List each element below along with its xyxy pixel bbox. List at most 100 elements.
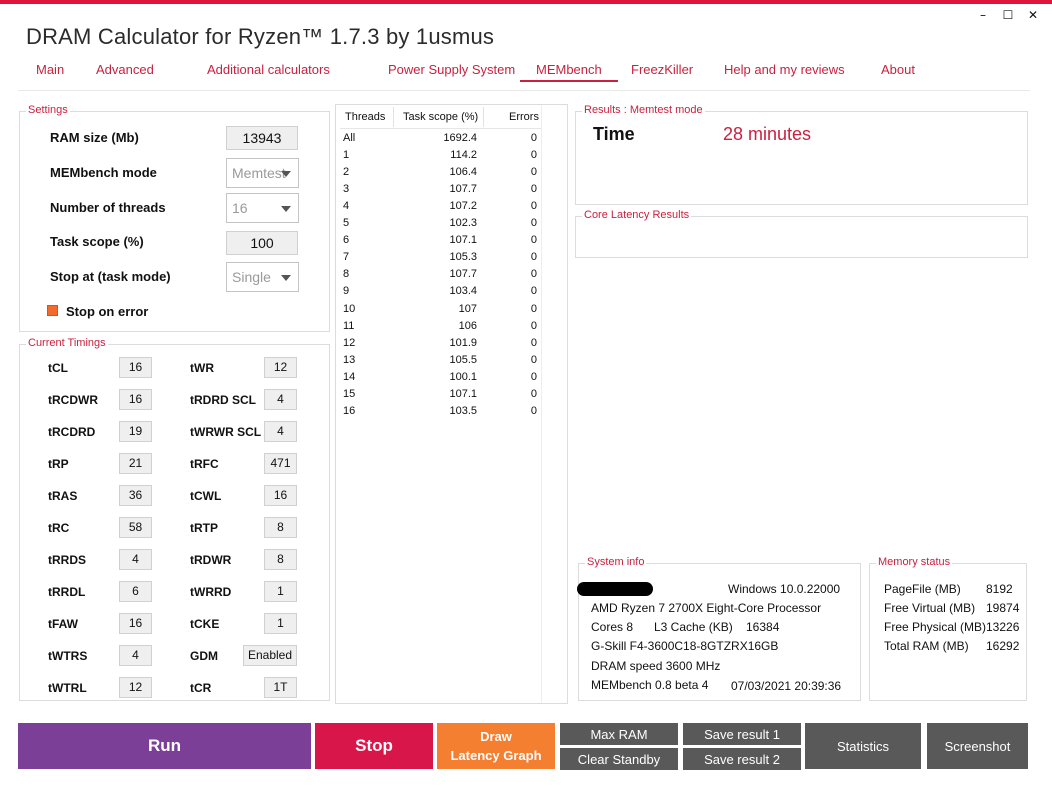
membench-mode-value: Memtest: [232, 165, 286, 181]
stop-on-error-label: Stop on error: [66, 304, 149, 319]
errors-cell: 0: [530, 388, 537, 400]
tab-divider: [18, 90, 1030, 91]
task-scope-value: 100: [226, 231, 298, 255]
errors-cell: 0: [530, 354, 537, 366]
timing-label: tCL: [48, 361, 68, 375]
core-latency-group: Core Latency Results: [575, 209, 1028, 258]
bench-version: MEMbench 0.8 beta 4: [591, 678, 709, 692]
memory-status-value: 19874: [986, 601, 1020, 615]
clear-standby-button[interactable]: Clear Standby: [560, 748, 678, 770]
stop-button[interactable]: Stop: [315, 723, 433, 769]
timing-value: 8: [264, 517, 297, 538]
errors-cell: 0: [530, 234, 537, 246]
timing-value: 16: [264, 485, 297, 506]
timing-value: 1T: [264, 677, 297, 698]
task-scope-cell: 101.9: [449, 337, 477, 349]
memory-status-label: PageFile (MB): [884, 582, 961, 596]
errors-cell: 0: [530, 166, 537, 178]
threads-select[interactable]: 16: [226, 193, 299, 223]
timing-label: tRDRD SCL: [190, 393, 256, 407]
draw-latency-line1: Draw: [480, 729, 512, 744]
timing-value: 12: [119, 677, 152, 698]
timing-value: 58: [119, 517, 152, 538]
redacted-name: [577, 582, 653, 596]
timing-label: tRCDWR: [48, 393, 98, 407]
tab-help-and-reviews[interactable]: Help and my reviews: [724, 62, 845, 82]
thread-id-cell: 4: [343, 200, 350, 212]
chevron-down-icon: [281, 206, 291, 212]
memory-status-label: Total RAM (MB): [884, 639, 969, 653]
tab-additional-calculators[interactable]: Additional calculators: [207, 62, 330, 82]
timing-label: tCWL: [190, 489, 222, 503]
thread-id-cell: All: [343, 132, 356, 144]
threads-label: Number of threads: [50, 200, 166, 215]
timing-label: tRCDRD: [48, 425, 96, 439]
app-title: DRAM Calculator for Ryzen™ 1.7.3 by 1usm…: [26, 24, 495, 49]
thread-id-cell: 8: [343, 268, 350, 280]
stop-on-error-checkbox[interactable]: [47, 305, 58, 316]
save-result-2-button[interactable]: Save result 2: [683, 748, 801, 770]
task-scope-cell: 107: [458, 303, 477, 315]
timing-value: 4: [119, 549, 152, 570]
max-ram-button[interactable]: Max RAM: [560, 723, 678, 745]
errors-cell: 0: [530, 371, 537, 383]
statistics-button[interactable]: Statistics: [805, 723, 921, 769]
maximize-icon[interactable]: ☐: [1000, 7, 1016, 23]
close-icon[interactable]: ✕: [1025, 7, 1041, 23]
bench-datetime: 07/03/2021 20:39:36: [731, 679, 842, 693]
time-value: 28 minutes: [723, 124, 812, 144]
thread-id-cell: 12: [343, 337, 356, 349]
task-scope-cell: 1692.4: [443, 132, 477, 144]
timing-label: tRP: [48, 457, 69, 471]
timing-label: tFAW: [48, 617, 78, 631]
thread-id-cell: 14: [343, 371, 356, 383]
task-scope-cell: 106.4: [449, 166, 477, 178]
errors-cell: 0: [530, 217, 537, 229]
timing-label: tRTP: [190, 521, 218, 535]
save-result-1-button[interactable]: Save result 1: [683, 723, 801, 745]
tab-main[interactable]: Main: [36, 62, 64, 82]
tab-power-supply-system[interactable]: Power Supply System: [388, 62, 515, 82]
draw-latency-graph-button[interactable]: Draw Latency Graph: [437, 723, 555, 769]
tab-about[interactable]: About: [881, 62, 915, 82]
run-button[interactable]: Run: [18, 723, 311, 769]
tab-freezkiller[interactable]: FreezKiller: [631, 62, 693, 82]
screenshot-button[interactable]: Screenshot: [927, 723, 1028, 769]
timing-label: tWR: [190, 361, 214, 375]
timings-title: Current Timings: [26, 337, 108, 349]
stop-at-value: Single: [232, 269, 271, 285]
task-scope-cell: 107.1: [449, 388, 477, 400]
timing-value: 4: [119, 645, 152, 666]
errors-cell: 0: [530, 132, 537, 144]
timing-value: 8: [264, 549, 297, 570]
thread-id-cell: 11: [343, 320, 355, 332]
membench-mode-select[interactable]: Memtest: [226, 158, 299, 188]
memory-status-value: 16292: [986, 639, 1020, 653]
timing-value: 19: [119, 421, 152, 442]
header-divider: [483, 107, 484, 127]
timing-label: tRAS: [48, 489, 78, 503]
memory-status-value: 8192: [986, 582, 1013, 596]
thread-id-cell: 9: [343, 285, 350, 297]
tab-advanced[interactable]: Advanced: [96, 62, 154, 82]
l3-cache-value: 16384: [746, 620, 780, 634]
system-info-title: System info: [585, 556, 647, 568]
threads-value: 16: [232, 200, 248, 216]
thread-id-cell: 1: [343, 149, 350, 161]
timing-label: tWRWR SCL: [190, 425, 262, 439]
timing-label: tRFC: [190, 457, 219, 471]
timing-label: tWRRD: [190, 585, 232, 599]
timing-label: tRRDS: [48, 553, 86, 567]
stop-at-select[interactable]: Single: [226, 262, 299, 292]
l3-cache-label: L3 Cache (KB): [654, 620, 733, 634]
timing-value: 16: [119, 613, 152, 634]
settings-title: Settings: [26, 104, 70, 116]
tab-membench[interactable]: MEMbench: [520, 62, 618, 82]
task-scope-cell: 105.5: [449, 354, 477, 366]
thread-id-cell: 7: [343, 251, 350, 263]
header-underline: [340, 128, 541, 129]
timing-value: 12: [264, 357, 297, 378]
task-scope-cell: 107.1: [449, 234, 477, 246]
minimize-icon[interactable]: –: [975, 7, 991, 23]
memory-status-title: Memory status: [876, 556, 953, 568]
